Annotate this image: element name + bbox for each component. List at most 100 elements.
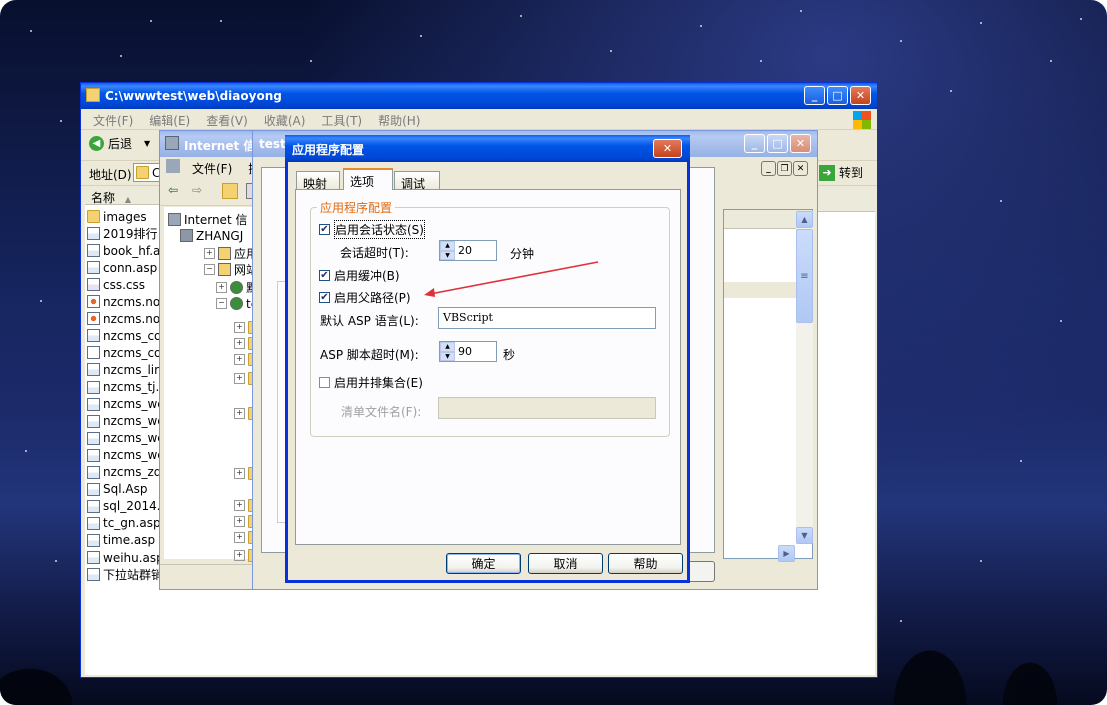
column-header-name[interactable]: 名称 ▲ [85, 187, 161, 205]
enable-buffer-checkbox[interactable]: 启用缓冲(B) [319, 267, 400, 284]
file-list-item[interactable]: nzcms_tj. [87, 379, 167, 396]
back-button[interactable]: ◀ 后退 ▼ [89, 135, 150, 152]
file-list-item[interactable]: tc_gn.asp [87, 515, 167, 532]
file-name: sql_2014. [103, 499, 161, 514]
menu-help[interactable]: 帮助(H) [370, 109, 428, 129]
enable-session-checkbox[interactable]: 启用会话状态(S) [319, 220, 425, 239]
menu-favorites[interactable]: 收藏(A) [256, 109, 314, 129]
collapse-minus-icon[interactable]: − [216, 298, 227, 309]
maximize-icon[interactable]: □ [827, 86, 848, 105]
scroll-up-icon[interactable]: ▲ [796, 211, 813, 228]
tab-mapping[interactable]: 映射 [296, 171, 340, 191]
file-list-item[interactable]: nzcms_we [87, 396, 167, 413]
minimize-icon[interactable]: _ [761, 161, 776, 176]
manifest-input[interactable] [438, 397, 656, 419]
expand-plus-icon[interactable]: + [216, 282, 227, 293]
file-list-item[interactable]: css.css [87, 276, 167, 293]
menu-view[interactable]: 查看(V) [198, 109, 256, 129]
file-list-item[interactable]: sql_2014. [87, 498, 167, 515]
tree-node[interactable]: ZHANGJ [180, 227, 243, 244]
file-list-item[interactable]: nzcms_zq [87, 464, 167, 481]
file-list-item[interactable]: conn.asp [87, 259, 167, 276]
server-icon [180, 229, 193, 242]
ok-button[interactable]: 确定 [446, 553, 521, 574]
annotation-arrow [424, 261, 599, 297]
menu-file[interactable]: 文件(F) [85, 109, 141, 129]
file-list-item[interactable]: Sql.Asp [87, 481, 167, 498]
session-timeout-stepper[interactable]: ▲ ▼ 20 [439, 240, 497, 261]
minimize-icon[interactable]: _ [804, 86, 825, 105]
file-name: time.asp [103, 533, 156, 548]
expand-plus-icon[interactable]: + [234, 354, 245, 365]
file-list-item[interactable]: images [87, 208, 167, 225]
forward-icon[interactable]: ⇨ [192, 183, 202, 197]
star [25, 450, 27, 452]
enable-parent-paths-check [319, 292, 330, 303]
file-list-item[interactable]: 2019排行 [87, 225, 167, 242]
file-list-item[interactable]: nzcms.no [87, 293, 167, 310]
tab-options[interactable]: 选项 [343, 168, 393, 190]
expand-plus-icon[interactable]: + [234, 550, 245, 561]
expand-plus-icon[interactable]: + [234, 516, 245, 527]
stepper-down-icon[interactable]: ▼ [440, 250, 455, 260]
iis-menu-file[interactable]: 文件(F) [184, 157, 240, 177]
default-lang-input[interactable]: VBScript [438, 307, 656, 329]
tree-node[interactable]: − 网站 [204, 261, 258, 278]
enable-parent-paths-checkbox[interactable]: 启用父路径(P) [319, 289, 411, 306]
file-list-item[interactable]: nzcms_co [87, 327, 167, 344]
back-icon[interactable]: ⇦ [168, 183, 178, 197]
file-name: Sql.Asp [103, 482, 148, 497]
cancel-button[interactable]: 取消 [528, 553, 603, 574]
expand-plus-icon[interactable]: + [234, 408, 245, 419]
explorer-titlebar[interactable]: C:\wwwtest\web\diaoyong _ □ ✕ [81, 83, 877, 109]
stepper-down-icon[interactable]: ▼ [440, 351, 455, 361]
expand-plus-icon[interactable]: + [234, 373, 245, 384]
file-list-item[interactable]: nzcms_we [87, 447, 167, 464]
stepper-up-icon[interactable]: ▲ [440, 342, 455, 352]
menu-edit[interactable]: 编辑(E) [141, 109, 198, 129]
scroll-thumb[interactable]: ≡ [796, 229, 813, 323]
file-list-item[interactable]: nzcms_co [87, 344, 167, 361]
asp-file-icon [87, 329, 100, 343]
expand-plus-icon[interactable]: + [234, 468, 245, 479]
asp-file-icon [87, 465, 100, 479]
close-icon[interactable]: ✕ [790, 134, 811, 153]
expand-plus-icon[interactable]: + [234, 500, 245, 511]
help-button[interactable]: 帮助 [608, 553, 683, 574]
file-list-item[interactable]: 下拉站群销 [87, 566, 167, 583]
file-list-item[interactable]: nzcms_we [87, 430, 167, 447]
go-button[interactable]: ➜ 转到 [819, 164, 863, 181]
side-by-side-checkbox[interactable]: 启用并排集合(E) [319, 374, 423, 391]
scroll-right-icon[interactable]: ▶ [778, 545, 795, 562]
file-list-item[interactable]: book_hf.a [87, 242, 167, 259]
file-list-item[interactable]: nzcms_lin [87, 361, 167, 378]
stepper-up-icon[interactable]: ▲ [440, 241, 455, 251]
restore-icon[interactable]: ❐ [777, 161, 792, 176]
file-list-item[interactable]: time.asp [87, 532, 167, 549]
close-icon[interactable]: ✕ [850, 86, 871, 105]
detail-vertical-scrollbar[interactable]: ▲ ≡ ▼ [796, 211, 813, 544]
script-timeout-stepper[interactable]: ▲ ▼ 90 [439, 341, 497, 362]
collapse-minus-icon[interactable]: − [204, 264, 215, 275]
tree-node[interactable]: Internet 信 [168, 211, 247, 228]
expand-plus-icon[interactable]: + [234, 338, 245, 349]
close-icon[interactable]: ✕ [793, 161, 808, 176]
tab-debugging[interactable]: 调试 [394, 171, 440, 191]
maximize-icon[interactable]: □ [767, 134, 788, 153]
enable-buffer-label: 启用缓冲(B) [334, 269, 400, 283]
expand-plus-icon[interactable]: + [234, 322, 245, 333]
up-folder-icon[interactable] [222, 183, 238, 199]
file-list-item[interactable]: weihu.asp [87, 549, 167, 566]
minimize-icon[interactable]: _ [744, 134, 765, 153]
asp-file-icon [87, 448, 100, 462]
scroll-down-icon[interactable]: ▼ [796, 527, 813, 544]
tree-node[interactable]: + 应用 [204, 245, 258, 262]
file-list-item[interactable]: nzcms_we [87, 413, 167, 430]
file-list-item[interactable]: nzcms.no [87, 310, 167, 327]
menu-tools[interactable]: 工具(T) [313, 109, 370, 129]
close-icon[interactable]: ✕ [653, 139, 682, 158]
side-by-side-label: 启用并排集合(E) [334, 376, 423, 390]
dialog-titlebar[interactable]: 应用程序配置 ✕ [285, 135, 690, 162]
expand-plus-icon[interactable]: + [234, 532, 245, 543]
expand-plus-icon[interactable]: + [204, 248, 215, 259]
